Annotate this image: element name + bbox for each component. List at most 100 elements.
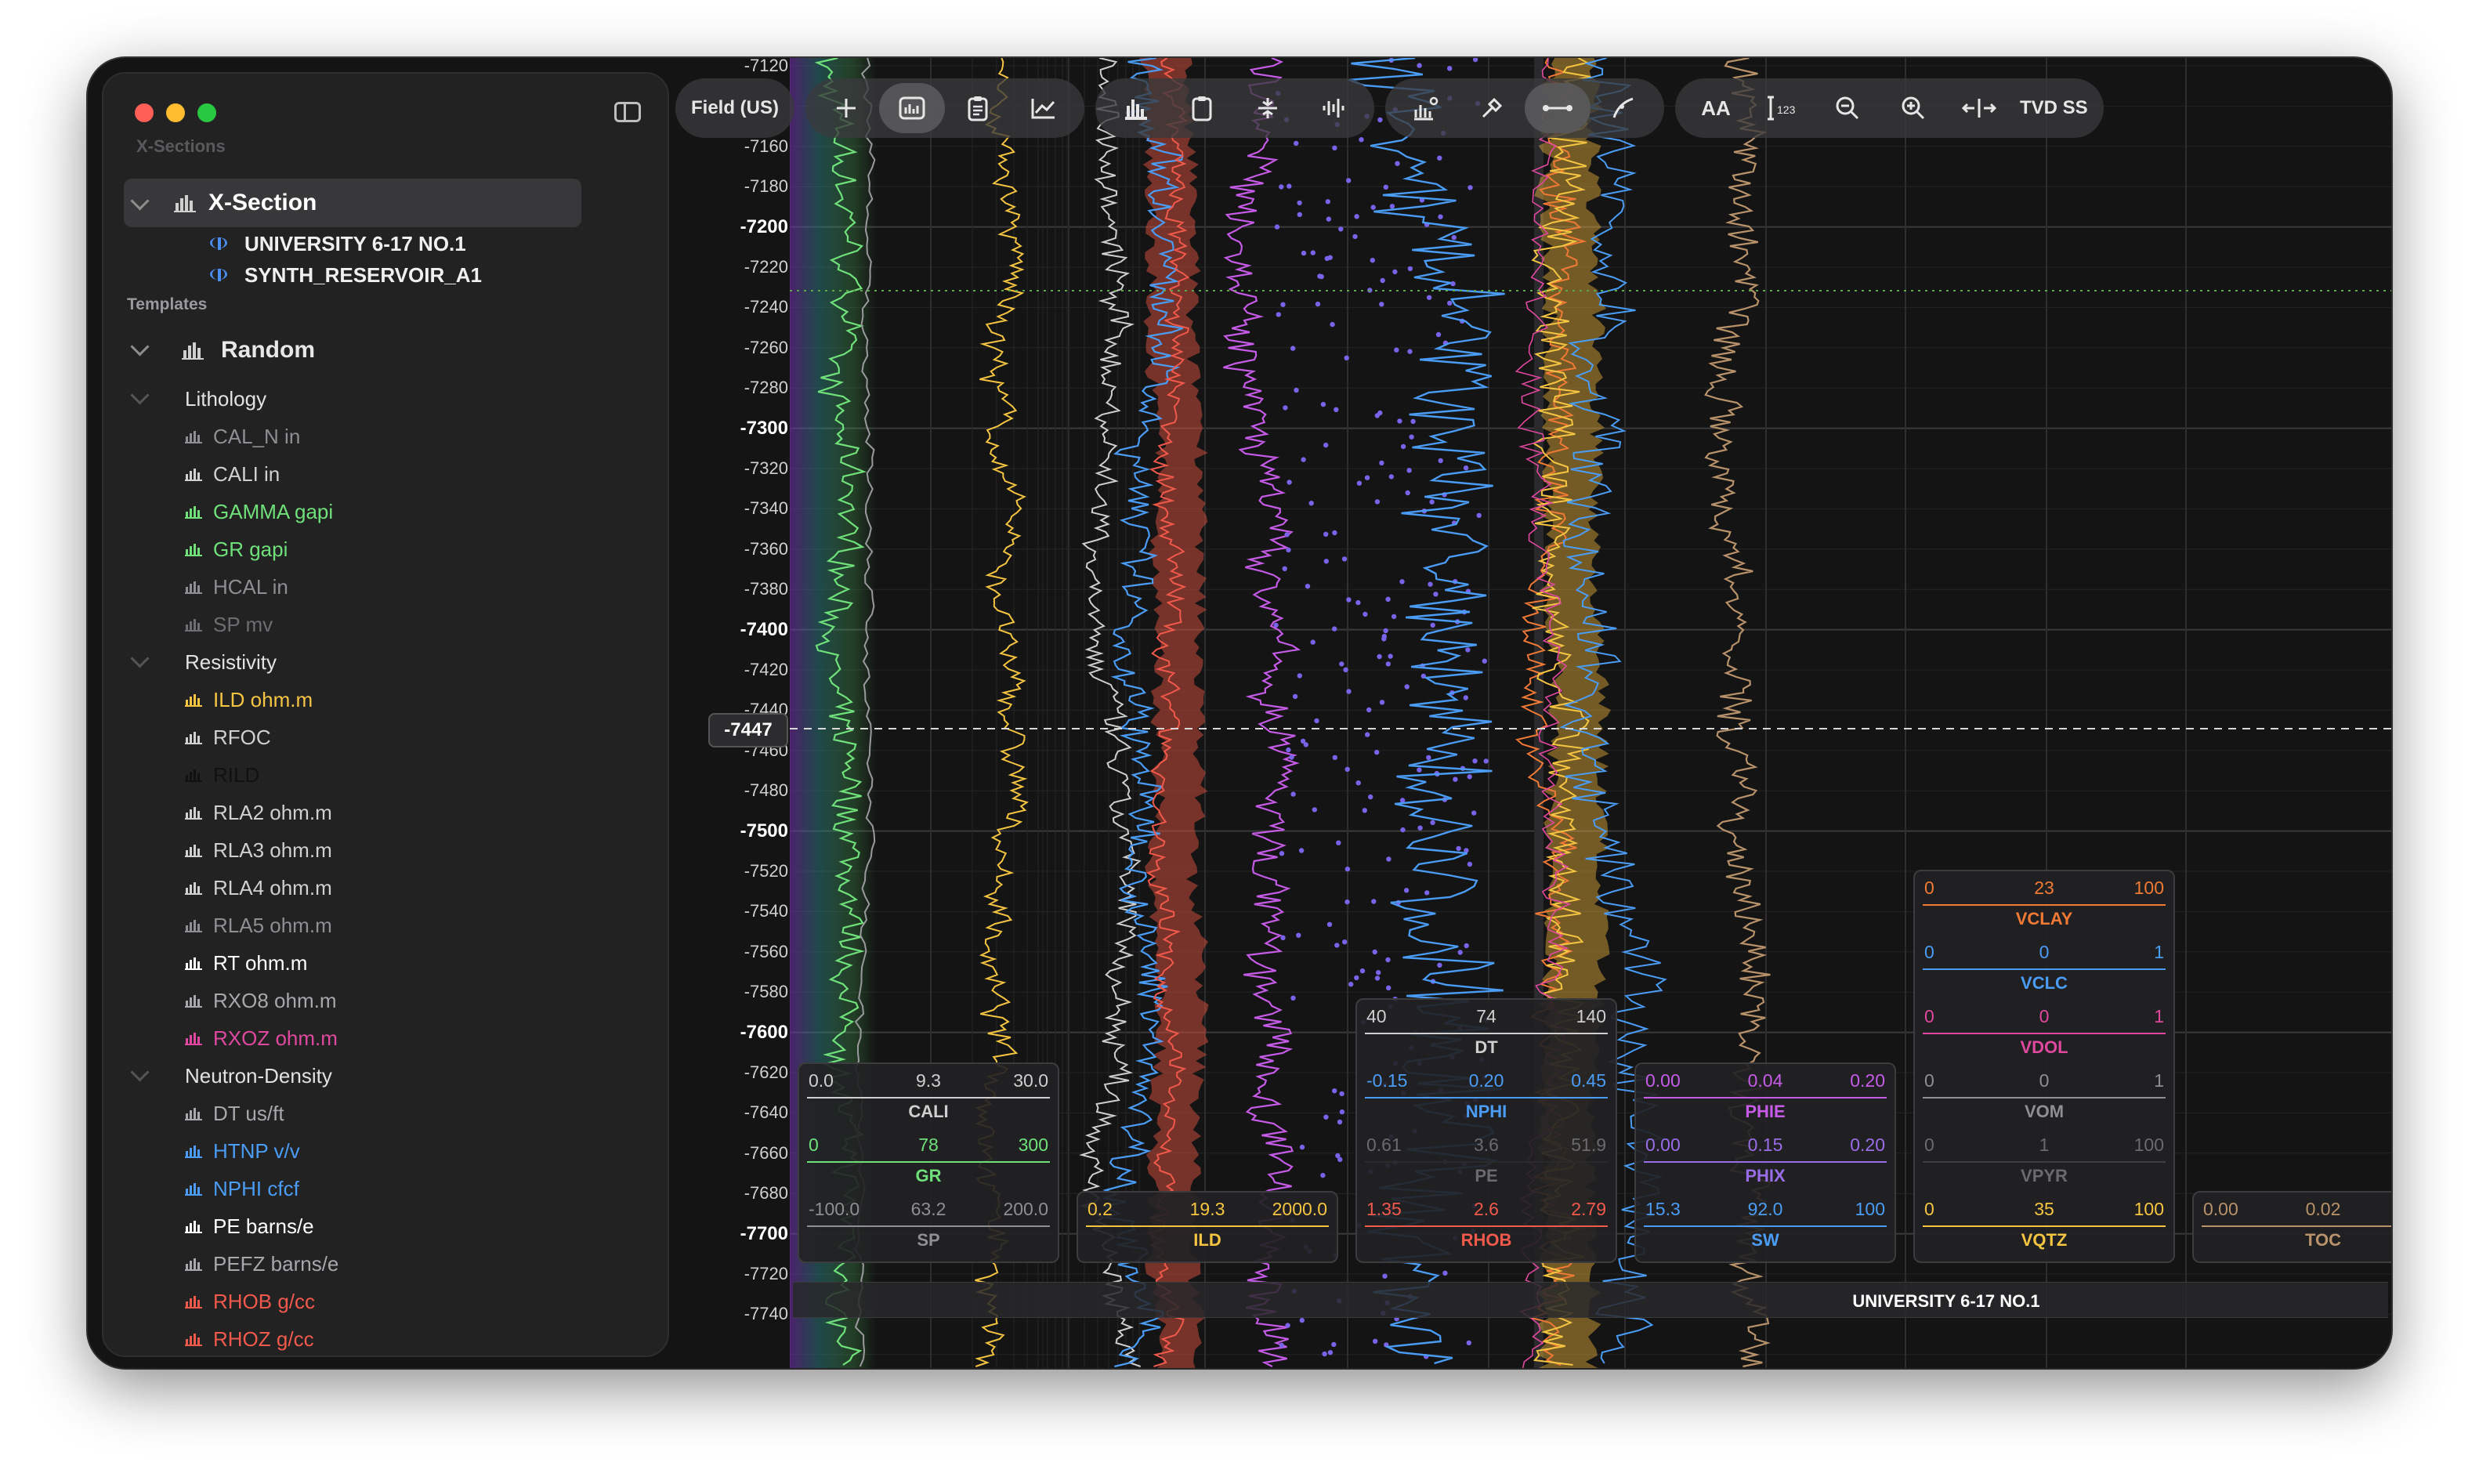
legend-item[interactable]: 0.000.020.15TOC: [2194, 1194, 2391, 1258]
sw-points: [1399, 579, 1405, 585]
legend-line: [1923, 1225, 2166, 1227]
chevron-down-icon[interactable]: [130, 191, 150, 211]
sw-points: [1386, 985, 1391, 991]
legend-item[interactable]: 0.2 19.3 2000.0 ILD: [1078, 1194, 1337, 1258]
curve-item[interactable]: RXOZ ohm.m: [103, 1020, 668, 1056]
curve-item[interactable]: RLA2 ohm.m: [103, 794, 668, 831]
group-header[interactable]: Neutron-Density: [103, 1058, 668, 1094]
line-chart-button[interactable]: [1011, 83, 1077, 133]
depth-tick-label: -7700: [740, 1222, 788, 1244]
resistivity-legend[interactable]: 0.2 19.3 2000.0 ILD: [1077, 1191, 1338, 1263]
legend-item[interactable]: 0.0 9.3 30.0 CALI: [799, 1066, 1058, 1130]
legend-item[interactable]: 0.00 0.04 0.20 PHIE: [1636, 1066, 1895, 1130]
legend-item[interactable]: 40 74 140 DT: [1357, 1001, 1616, 1066]
curve-item[interactable]: GAMMA gapi: [103, 494, 668, 530]
chevron-down-icon[interactable]: [130, 1062, 150, 1082]
sw-points: [1298, 848, 1305, 853]
add-button[interactable]: [813, 83, 879, 133]
curve-item[interactable]: GR gapi: [103, 531, 668, 567]
sw-points: [1323, 559, 1329, 564]
depth-scale-button[interactable]: 123: [1749, 83, 1815, 133]
well-item[interactable]: SYNTH_RESERVOIR_A1: [103, 257, 668, 293]
histogram-button[interactable]: [1103, 83, 1169, 133]
curve-item[interactable]: RILD: [103, 757, 668, 793]
curve-label: RXOZ ohm.m: [213, 1026, 338, 1050]
legend-item[interactable]: 0 35 100 VQTZ: [1915, 1194, 2173, 1258]
template-item[interactable]: Random: [103, 332, 668, 368]
legend-line: [1923, 904, 2166, 906]
volumes-legend[interactable]: 0 23 100 VCLAY 0 0 1 VCLC 0 0 1 VDOL 0 0 1 VOM 0 1 100 VPYR…: [1913, 870, 2175, 1263]
curve-item[interactable]: CAL_N in: [103, 418, 668, 454]
legend-item[interactable]: 1.35 2.6 2.79 RHOB: [1357, 1194, 1616, 1258]
group-header[interactable]: Resistivity: [103, 644, 668, 680]
legend-item[interactable]: 0 0 1 VDOL: [1915, 1001, 2173, 1066]
porosity-legend[interactable]: 0.00 0.04 0.20 PHIE 0.00 0.15 0.20 PHIX 15.3 92.0…: [1634, 1062, 1896, 1263]
legend-item[interactable]: 0.00 0.15 0.20 PHIX: [1636, 1130, 1895, 1194]
curve-item[interactable]: RHOB g/cc: [103, 1283, 668, 1319]
chevron-down-icon[interactable]: [130, 649, 150, 668]
sw-points: [1366, 707, 1372, 713]
track-settings-button[interactable]: [1393, 83, 1459, 133]
curve-item[interactable]: RLA5 ohm.m: [103, 907, 668, 943]
unit-system-button[interactable]: Field (US): [683, 83, 787, 133]
legend-item[interactable]: 0.61 3.6 51.9 PE: [1357, 1130, 1616, 1194]
sw-points: [1377, 653, 1382, 660]
legend-item[interactable]: 0 23 100 VCLAY: [1915, 873, 2173, 937]
chevron-down-icon[interactable]: [130, 337, 150, 357]
fit-width-button[interactable]: [1946, 83, 2012, 133]
curve-item[interactable]: DT us/ft: [103, 1095, 668, 1131]
chevron-down-icon[interactable]: [130, 385, 150, 405]
curve-label: GR gapi: [213, 537, 288, 561]
toc-legend[interactable]: 0.000.020.15TOC: [2192, 1191, 2391, 1263]
legend-item[interactable]: 15.3 92.0 100 SW: [1636, 1194, 1895, 1258]
curve-item[interactable]: HCAL in: [103, 569, 668, 605]
curve-item[interactable]: RLA3 ohm.m: [103, 832, 668, 868]
curve-item[interactable]: PEFZ barns/e: [103, 1246, 668, 1282]
xsection-item[interactable]: X-Section: [103, 185, 668, 221]
report-button[interactable]: [1169, 83, 1235, 133]
curve-item[interactable]: HTNP v/v: [103, 1133, 668, 1169]
align-button[interactable]: [1235, 83, 1301, 133]
font-size-button[interactable]: AA: [1683, 83, 1749, 133]
legend-item[interactable]: 0 78 300 GR: [799, 1130, 1058, 1194]
curve-item[interactable]: RT ohm.m: [103, 945, 668, 981]
legend-item[interactable]: 0 0 1 VCLC: [1915, 937, 2173, 1001]
waveform-button[interactable]: [1301, 83, 1366, 133]
curve-edit-button[interactable]: [1591, 83, 1656, 133]
curve-item[interactable]: RLA4 ohm.m: [103, 870, 668, 906]
curve-item[interactable]: RXO8 ohm.m: [103, 983, 668, 1019]
curve-item[interactable]: ILD ohm.m: [103, 682, 668, 718]
sw-points: [1471, 810, 1477, 816]
clipboard-button[interactable]: [945, 83, 1011, 133]
zoom-out-button[interactable]: [1815, 83, 1880, 133]
sidebar-toggle-icon[interactable]: [614, 102, 641, 122]
depth-mode-button[interactable]: TVD SS: [2012, 83, 2096, 133]
legend-curve-name: TOC: [2304, 1230, 2342, 1250]
lithology-legend[interactable]: 0.0 9.3 30.0 CALI 0 78 300 GR -100.0 63.2 200.0 SP: [798, 1062, 1059, 1263]
depth-tick-label: -7380: [744, 579, 788, 599]
zoom-in-button[interactable]: [1880, 83, 1946, 133]
legend-item[interactable]: 0 0 1 VOM: [1915, 1066, 2173, 1130]
curve-item[interactable]: SP mv: [103, 606, 668, 642]
zoom-window-button[interactable]: [197, 103, 216, 122]
template-name: Random: [221, 337, 315, 363]
curve-item[interactable]: PE barns/e: [103, 1208, 668, 1244]
add-track-button[interactable]: [879, 83, 945, 133]
well-log-plot[interactable]: UNIVERSITY 6-17 NO.1 0.0 9.3 30.0 CALI 0 78 30…: [789, 58, 2391, 1368]
curve-item[interactable]: RFOC: [103, 719, 668, 755]
sw-points: [1332, 626, 1337, 632]
depth-tick-label: -7620: [744, 1062, 788, 1082]
legend-item[interactable]: 0 1 100 VPYR: [1915, 1130, 2173, 1194]
curve-item[interactable]: RHOZ g/cc: [103, 1321, 668, 1356]
legend-item[interactable]: -100.0 63.2 200.0 SP: [799, 1194, 1058, 1258]
curve-item[interactable]: CALI in: [103, 456, 668, 492]
group-header[interactable]: Lithology: [103, 381, 668, 417]
sw-points: [1332, 1088, 1337, 1094]
curve-item[interactable]: NPHI cfcf: [103, 1171, 668, 1207]
close-window-button[interactable]: [135, 103, 154, 122]
correlate-button[interactable]: [1525, 83, 1591, 133]
neutron-density-legend[interactable]: 40 74 140 DT -0.15 0.20 0.45 NPHI 0.61 3.6 51.9 PE 1…: [1355, 998, 1617, 1263]
minimize-window-button[interactable]: [166, 103, 185, 122]
legend-item[interactable]: -0.15 0.20 0.45 NPHI: [1357, 1066, 1616, 1130]
pick-button[interactable]: [1459, 83, 1525, 133]
